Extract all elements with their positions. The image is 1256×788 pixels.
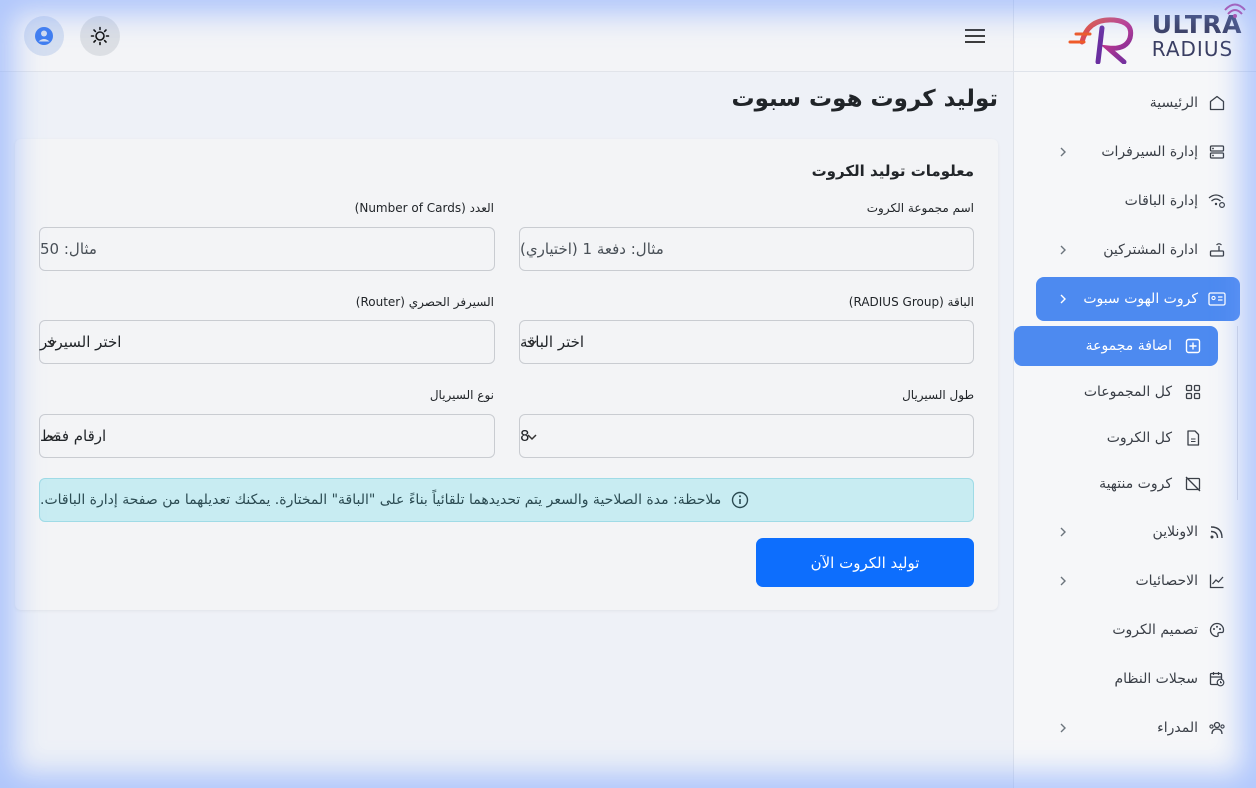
sidebar-nav: الرئيسية إدارة السيرفرات إدارة الباقات ا… bbox=[1014, 72, 1256, 321]
file-icon bbox=[1184, 429, 1202, 447]
sidebar-item-label: المدراء bbox=[1157, 720, 1198, 736]
sidebar-item-statistics[interactable]: الاحصائيات bbox=[1036, 559, 1240, 603]
page-title: توليد كروت هوت سبوت bbox=[731, 86, 999, 112]
sidebar-item-servers[interactable]: إدارة السيرفرات bbox=[1036, 130, 1240, 174]
grid-icon bbox=[1184, 383, 1202, 401]
router-label: السيرفر الحصري (Router) bbox=[355, 295, 494, 309]
sidebar-item-label: إدارة السيرفرات bbox=[1101, 144, 1198, 160]
sidebar-item-label: كروت الهوت سبوت bbox=[1083, 291, 1198, 307]
sub-item-all-groups[interactable]: كل المجموعات bbox=[1014, 372, 1218, 412]
sidebar-item-admins[interactable]: المدراء bbox=[1036, 706, 1240, 750]
palette-icon bbox=[1208, 621, 1226, 639]
info-alert: ملاحظة: مدة الصلاحية والسعر يتم تحديدهما… bbox=[39, 478, 974, 522]
chevron-down-icon bbox=[44, 335, 60, 351]
chevron-down-icon bbox=[44, 429, 60, 445]
sub-item-expired-cards[interactable]: كروت منتهية bbox=[1014, 464, 1218, 504]
form-title: معلومات توليد الكروت bbox=[811, 162, 974, 180]
chevron-right-icon bbox=[1058, 243, 1068, 257]
sidebar-item-label: الرئيسية bbox=[1149, 95, 1198, 111]
sidebar-item-online[interactable]: الاونلاين bbox=[1036, 510, 1240, 554]
chevron-down-icon bbox=[1058, 292, 1068, 306]
chevron-down-icon bbox=[524, 335, 540, 351]
rss-icon bbox=[1208, 523, 1226, 541]
sub-item-label: كل الكروت bbox=[1106, 430, 1172, 446]
sidebar-item-label: الاونلاين bbox=[1152, 524, 1198, 540]
hamburger-menu-button[interactable] bbox=[964, 26, 986, 46]
sidebar-item-packages[interactable]: إدارة الباقات bbox=[1036, 179, 1240, 223]
hamburger-icon bbox=[965, 29, 985, 43]
plus-square-icon bbox=[1184, 337, 1202, 355]
sidebar-item-label: ادارة المشتركين bbox=[1103, 242, 1198, 258]
sidebar: ULTRA RADIUS الرئيسية إدارة السيرفرات إد… bbox=[1013, 0, 1256, 788]
router-icon bbox=[1208, 241, 1226, 259]
group-name-label: اسم مجموعة الكروت bbox=[866, 201, 974, 215]
sidebar-item-home[interactable]: الرئيسية bbox=[1036, 81, 1240, 125]
signal-icon bbox=[1224, 3, 1246, 18]
user-circle-icon bbox=[35, 27, 53, 45]
sub-item-label: اضافة مجموعة bbox=[1085, 338, 1172, 354]
chevron-right-icon bbox=[1058, 721, 1068, 735]
count-label: العدد (Number of Cards) bbox=[354, 201, 494, 215]
logo-mark-icon bbox=[1068, 16, 1133, 64]
logo-wordmark: ULTRA RADIUS bbox=[1151, 3, 1246, 61]
info-alert-text: ملاحظة: مدة الصلاحية والسعر يتم تحديدهما… bbox=[40, 492, 722, 508]
sub-item-add-group[interactable]: اضافة مجموعة bbox=[1014, 326, 1218, 366]
router-select[interactable]: اختر السيرفر bbox=[39, 320, 495, 364]
package-label: الباقة (RADIUS Group) bbox=[848, 295, 974, 309]
serial-type-select[interactable]: ارقام فقط bbox=[39, 414, 495, 458]
users-icon bbox=[1208, 719, 1226, 737]
count-input[interactable]: مثال: 50 bbox=[39, 227, 495, 271]
sidebar-item-card-design[interactable]: تصميم الكروت bbox=[1036, 608, 1240, 652]
chevron-right-icon bbox=[1058, 574, 1068, 588]
sidebar-item-label: سجلات النظام bbox=[1114, 671, 1198, 687]
info-icon bbox=[731, 491, 749, 509]
generate-cards-button[interactable]: توليد الكروت الآن bbox=[756, 538, 974, 587]
sidebar-item-hotspot-cards[interactable]: كروت الهوت سبوت bbox=[1036, 277, 1240, 321]
hotspot-submenu: اضافة مجموعة كل المجموعات كل الكروت كروت… bbox=[1014, 326, 1256, 504]
sidebar-item-system-logs[interactable]: سجلات النظام bbox=[1036, 657, 1240, 701]
user-menu-button[interactable] bbox=[24, 16, 64, 56]
id-card-icon bbox=[1208, 290, 1226, 308]
serial-type-label: نوع السيريال bbox=[429, 388, 494, 402]
sidebar-item-label: إدارة الباقات bbox=[1124, 193, 1198, 209]
brand-logo[interactable]: ULTRA RADIUS bbox=[1014, 0, 1256, 72]
theme-toggle-button[interactable] bbox=[80, 16, 120, 56]
home-icon bbox=[1208, 94, 1226, 112]
serial-length-select[interactable]: 8 bbox=[519, 414, 974, 458]
top-bar bbox=[0, 0, 1013, 72]
chevron-right-icon bbox=[1058, 525, 1068, 539]
image-off-icon bbox=[1184, 475, 1202, 493]
chevron-down-icon bbox=[524, 429, 540, 445]
sun-icon bbox=[90, 26, 110, 46]
wifi-settings-icon bbox=[1208, 192, 1226, 210]
group-name-input[interactable]: مثال: دفعة 1 (اختياري) bbox=[519, 227, 974, 271]
sub-item-label: كل المجموعات bbox=[1083, 384, 1172, 400]
logo-text-radius: RADIUS bbox=[1151, 37, 1234, 61]
calendar-clock-icon bbox=[1208, 670, 1226, 688]
sidebar-nav-lower: الاونلاين الاحصائيات تصميم الكروت سجلات … bbox=[1014, 510, 1256, 750]
generate-cards-form: معلومات توليد الكروت اسم مجموعة الكروت م… bbox=[15, 139, 998, 610]
chart-line-icon bbox=[1208, 572, 1226, 590]
sub-item-label: كروت منتهية bbox=[1099, 476, 1172, 492]
sidebar-item-subscribers[interactable]: ادارة المشتركين bbox=[1036, 228, 1240, 272]
sidebar-item-label: تصميم الكروت bbox=[1112, 622, 1198, 638]
server-icon bbox=[1208, 143, 1226, 161]
package-select[interactable]: اختر الباقة bbox=[519, 320, 974, 364]
serial-length-label: طول السيريال bbox=[902, 388, 974, 402]
sub-item-all-cards[interactable]: كل الكروت bbox=[1014, 418, 1218, 458]
chevron-right-icon bbox=[1058, 145, 1068, 159]
sidebar-item-label: الاحصائيات bbox=[1135, 573, 1198, 589]
